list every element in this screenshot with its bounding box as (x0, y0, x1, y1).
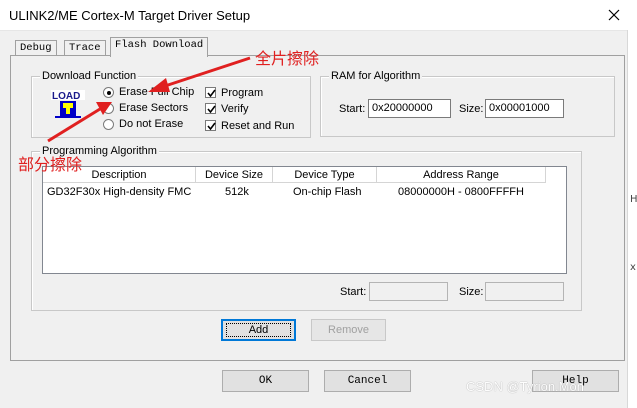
watermark: CSDN @Tyrion.Mon (466, 379, 584, 394)
tab-flash-download[interactable]: Flash Download (110, 37, 209, 57)
annotation-sectors: 部分擦除 (18, 155, 83, 174)
annotation-full-chip: 全片擦除 (255, 49, 320, 68)
